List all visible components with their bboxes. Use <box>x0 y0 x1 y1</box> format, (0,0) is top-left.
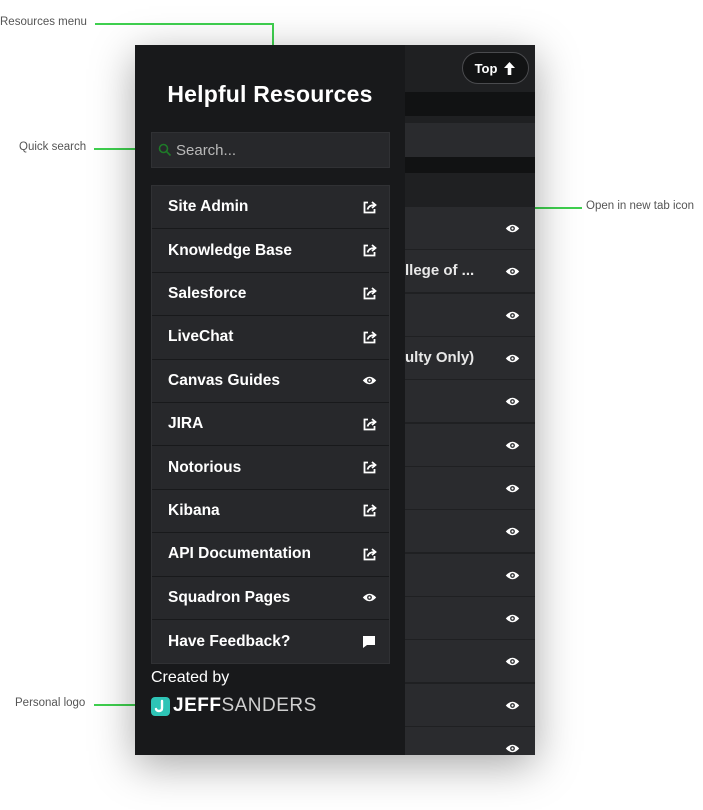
resource-label: API Documentation <box>168 545 311 563</box>
resource-item-livechat[interactable]: LiveChat <box>152 316 389 360</box>
external-link-icon[interactable] <box>361 416 377 432</box>
quick-search <box>151 132 390 168</box>
resource-item-knowledge-base[interactable]: Knowledge Base <box>152 229 389 273</box>
external-link-icon[interactable] <box>361 546 377 562</box>
background-band <box>405 123 535 157</box>
resource-item-kibana[interactable]: Kibana <box>152 489 389 534</box>
personal-logo[interactable]: JEFFSANDERS <box>151 695 317 717</box>
resource-label: Have Feedback? <box>168 632 291 650</box>
scroll-top-button[interactable]: Top <box>462 52 529 84</box>
logo-wordmark: JEFFSANDERS <box>173 695 317 717</box>
eye-icon[interactable] <box>505 611 521 627</box>
resource-label: Site Admin <box>168 198 249 216</box>
app-window: Top llege of ... ulty Only) Helpful Resou… <box>135 45 535 755</box>
eye-icon[interactable] <box>505 221 521 237</box>
eye-icon[interactable] <box>505 698 521 714</box>
eye-icon[interactable] <box>505 654 521 670</box>
resource-list: Site Admin Knowledge Base Salesforce LiveCh… <box>151 185 390 665</box>
resource-label: Kibana <box>168 501 220 519</box>
background-row-text: ulty Only) <box>405 349 475 366</box>
eye-icon[interactable] <box>505 394 521 410</box>
callout-quick-search: Quick search <box>19 141 87 153</box>
resource-item-notorious[interactable]: Notorious <box>152 446 389 490</box>
callout-open-new-tab: Open in new tab icon <box>586 200 695 212</box>
resource-label: Squadron Pages <box>168 588 291 606</box>
j-logo-icon <box>151 696 170 716</box>
eye-icon[interactable] <box>505 308 521 324</box>
eye-icon[interactable] <box>505 351 521 367</box>
arrow-up-icon <box>504 61 516 75</box>
external-link-icon[interactable] <box>361 329 377 345</box>
created-by-label: Created by <box>151 669 230 686</box>
eye-icon[interactable] <box>505 264 521 280</box>
background-band <box>405 157 535 173</box>
resource-item-squadron-pages[interactable]: Squadron Pages <box>152 576 389 620</box>
resource-item-salesforce[interactable]: Salesforce <box>152 272 389 317</box>
resource-label: Canvas Guides <box>168 371 280 389</box>
eye-icon[interactable] <box>361 373 377 389</box>
eye-icon[interactable] <box>361 590 377 606</box>
external-link-icon[interactable] <box>361 460 377 476</box>
menu-title: Helpful Resources <box>167 81 373 107</box>
callout-personal-logo: Personal logo <box>15 697 86 709</box>
eye-icon[interactable] <box>505 524 521 540</box>
resource-label: Notorious <box>168 458 242 476</box>
background-band <box>405 92 535 116</box>
eye-icon[interactable] <box>505 568 521 584</box>
callout-resources-menu: Resources menu <box>0 16 87 28</box>
external-link-icon[interactable] <box>361 199 377 215</box>
search-input[interactable] <box>176 141 376 159</box>
resource-label: JIRA <box>168 415 204 433</box>
resource-label: LiveChat <box>168 328 234 346</box>
resource-item-have-feedback[interactable]: Have Feedback? <box>152 619 389 664</box>
logo-last-name: SANDERS <box>221 695 317 716</box>
resource-item-site-admin[interactable]: Site Admin <box>152 186 389 230</box>
external-link-icon[interactable] <box>361 286 377 302</box>
logo-first-name: JEFF <box>173 695 222 716</box>
resources-menu: Helpful Resources Site Admin Knowledge Ba… <box>135 45 405 755</box>
resource-label: Knowledge Base <box>168 241 293 259</box>
resource-label: Salesforce <box>168 284 247 302</box>
eye-icon[interactable] <box>505 741 521 755</box>
resource-item-jira[interactable]: JIRA <box>152 402 389 447</box>
eye-icon[interactable] <box>505 438 521 454</box>
callout-line <box>95 23 273 25</box>
search-icon <box>152 132 176 168</box>
external-link-icon[interactable] <box>361 503 377 519</box>
resource-item-api-documentation[interactable]: API Documentation <box>152 533 389 577</box>
background-row-text: llege of ... <box>405 262 475 279</box>
chat-icon[interactable] <box>361 634 377 650</box>
top-button-label: Top <box>474 60 498 76</box>
eye-icon[interactable] <box>505 481 521 497</box>
resource-item-canvas-guides[interactable]: Canvas Guides <box>152 359 389 403</box>
external-link-icon[interactable] <box>361 243 377 259</box>
